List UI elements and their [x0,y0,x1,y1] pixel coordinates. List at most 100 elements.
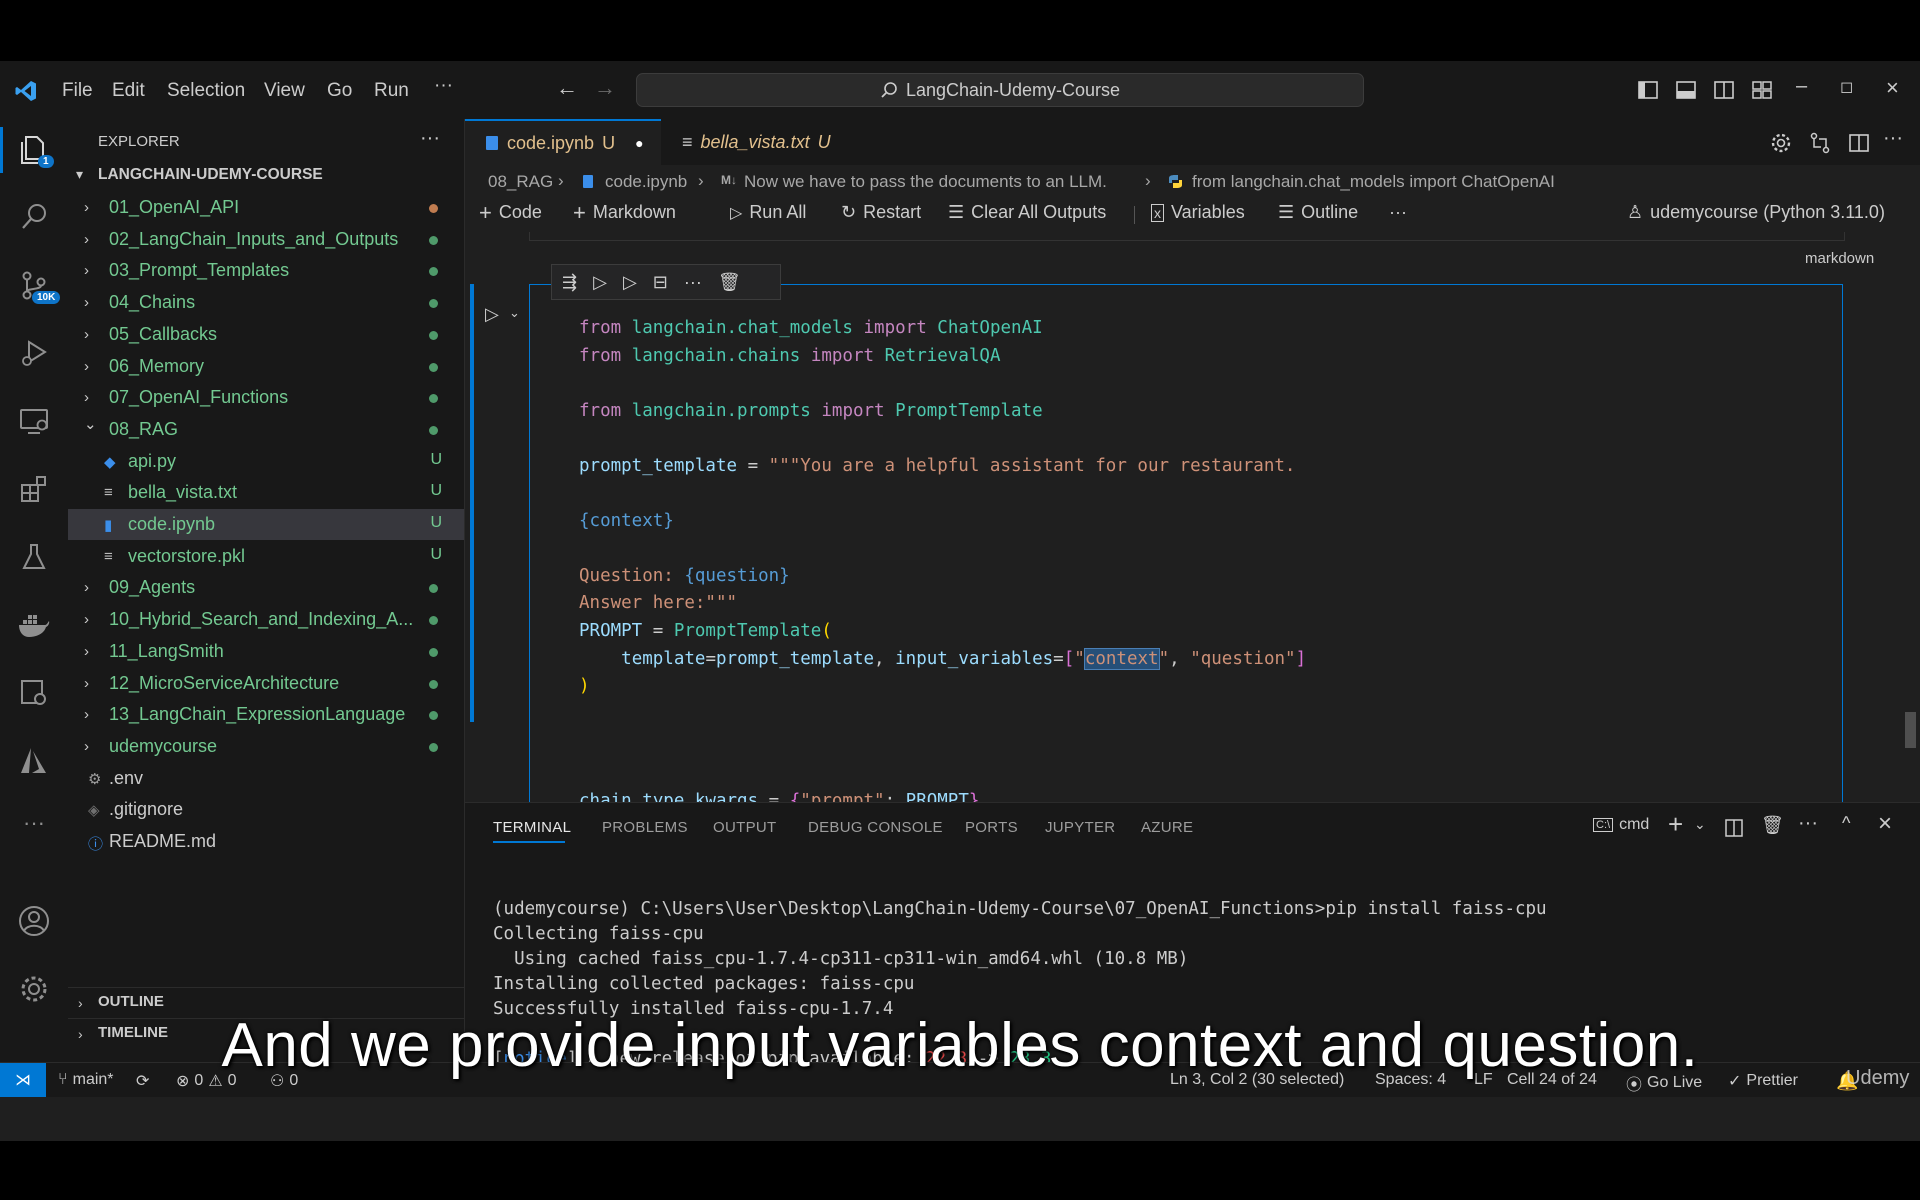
folder-item[interactable]: › 07_OpenAI_Functions [68,382,464,413]
testing-icon[interactable] [14,537,54,577]
folder-item[interactable]: › 01_OpenAI_API [68,192,464,223]
breadcrumb-file[interactable]: code.ipynb [605,172,687,192]
remote-settings-icon[interactable] [14,673,54,713]
kernel-picker[interactable]: ♙ udemycourse (Python 3.11.0) [1627,202,1885,223]
close-panel-icon[interactable]: × [1878,810,1892,838]
minimize-icon[interactable]: – [1796,75,1807,98]
folder-item[interactable]: › 04_Chains [68,287,464,318]
toggle-secondary-sidebar-icon[interactable] [1714,80,1734,100]
toggle-panel-icon[interactable] [1676,80,1696,100]
close-window-icon[interactable]: × [1886,75,1899,101]
source-control-icon[interactable]: 10K [14,265,61,305]
editor-more-icon[interactable]: ··· [1883,127,1903,150]
maximize-panel-icon[interactable]: ^ [1842,813,1850,834]
variables-button[interactable]: x Variables [1151,202,1245,223]
tab-terminal[interactable]: TERMINAL [493,819,571,836]
tab-output[interactable]: OUTPUT [713,819,776,836]
folder-item[interactable]: › 05_Callbacks [68,319,464,350]
file-item[interactable]: ≡ vectorstore.pkl U [68,541,464,572]
tab-code-ipynb[interactable]: code.ipynb U ● [465,119,661,165]
command-center-search[interactable]: LangChain-Udemy-Course [636,73,1364,107]
menu-selection[interactable]: Selection [167,80,245,102]
new-terminal-plus-icon[interactable]: + [1668,809,1683,840]
editor-scrollbar[interactable] [1905,712,1916,748]
breadcrumb-symbol[interactable]: from langchain.chat_models import ChatOp… [1192,172,1555,192]
manage-gear-icon[interactable] [14,969,54,1009]
explorer-icon[interactable]: 1 [14,129,54,169]
folder-item[interactable]: › 12_MicroServiceArchitecture [68,668,464,699]
run-debug-icon[interactable] [14,333,54,373]
chevron-down-icon[interactable]: ⌄ [509,305,520,321]
folder-item[interactable]: › 11_LangSmith [68,636,464,667]
toolbar-more-icon[interactable]: ··· [1389,202,1407,223]
clear-outputs-button[interactable]: ☰ Clear All Outputs [948,202,1106,223]
chevron-down-icon[interactable]: ⌄ [1694,816,1706,833]
breadcrumb-folder[interactable]: 08_RAG [488,172,553,192]
folder-item[interactable]: › 02_LangChain_Inputs_and_Outputs [68,224,464,255]
outline-button[interactable]: ☰ Outline [1278,202,1358,223]
tab-ports[interactable]: PORTS [965,819,1018,836]
add-markdown-cell-button[interactable]: + Markdown [573,201,676,223]
accounts-icon[interactable] [14,901,54,941]
run-cell-icon[interactable]: ▷ [485,304,499,325]
explorer-sidebar: EXPLORER ··· ▾ LANGCHAIN-UDEMY-COURSE › 0… [68,119,465,1062]
split-terminal-icon[interactable] [1725,819,1743,837]
delete-cell-icon[interactable]: 🗑 [718,272,741,293]
menu-more[interactable]: ··· [434,75,453,97]
folder-item[interactable]: › 09_Agents [68,572,464,603]
breadcrumb-cell[interactable]: Now we have to pass the documents to an … [744,172,1107,192]
file-item[interactable]: ◈ .gitignore [68,794,464,825]
file-item[interactable]: ≡ bella_vista.txt U [68,477,464,508]
forward-arrow-icon[interactable]: → [594,75,616,101]
file-item[interactable]: ◆ api.py U [68,446,464,477]
settings-gear-icon[interactable] [1770,132,1792,154]
restart-button[interactable]: ↻ Restart [841,202,921,223]
folder-item[interactable]: › 13_LangChain_ExpressionLanguage [68,699,464,730]
compare-changes-icon[interactable] [1809,132,1831,154]
folder-item[interactable]: › 10_Hybrid_Search_and_Indexing_A... [68,604,464,635]
panel-more-icon[interactable]: ··· [1798,812,1818,835]
file-item[interactable]: ⓘ README.md [68,826,464,857]
tab-debug-console[interactable]: DEBUG CONSOLE [808,819,943,836]
execute-above-icon[interactable]: ▷ [593,272,607,293]
cell-more-icon[interactable]: ··· [684,272,702,293]
split-editor-icon[interactable] [1848,132,1870,154]
file-item[interactable]: ⚙ .env [68,763,464,794]
extensions-icon[interactable] [14,469,54,509]
tab-jupyter[interactable]: JUPYTER [1045,819,1115,836]
explorer-more-icon[interactable]: ··· [420,127,440,150]
run-all-button[interactable]: ▷ Run All [730,202,806,223]
menu-view[interactable]: View [264,80,305,102]
kill-terminal-icon[interactable]: 🗑 [1761,815,1784,836]
docker-icon[interactable] [14,605,54,645]
menu-edit[interactable]: Edit [112,80,145,102]
unsaved-dot-icon[interactable]: ● [635,135,643,151]
execute-below-icon[interactable]: ▷ [623,272,637,293]
workspace-root[interactable]: ▾ LANGCHAIN-UDEMY-COURSE [68,161,464,192]
tab-azure[interactable]: AZURE [1141,819,1193,836]
terminal-shell-picker[interactable]: C:\ cmd [1593,816,1649,834]
restart-icon: ↻ [841,202,857,222]
azure-icon[interactable] [14,741,54,781]
customize-layout-icon[interactable] [1752,80,1772,100]
split-cell-icon[interactable]: ⊟ [653,272,668,293]
back-arrow-icon[interactable]: ← [556,75,578,101]
add-code-cell-button[interactable]: + Code [479,201,542,223]
file-item[interactable]: ▮ code.ipynb U [68,509,464,540]
tab-problems[interactable]: PROBLEMS [602,819,688,836]
folder-item[interactable]: › udemycourse [68,731,464,762]
toggle-primary-sidebar-icon[interactable] [1638,80,1658,100]
folder-item[interactable]: ⌄ 08_RAG [68,414,464,445]
remote-explorer-icon[interactable] [14,401,54,441]
tab-bella-vista[interactable]: ≡ bella_vista.txt U [662,119,842,165]
menu-run[interactable]: Run [374,80,409,102]
search-icon[interactable] [14,197,54,237]
menu-go[interactable]: Go [327,80,352,102]
run-by-line-icon[interactable]: ⇶ [562,272,577,293]
previous-cell-language[interactable]: markdown [1805,250,1874,267]
maximize-icon[interactable]: ◻ [1840,77,1853,97]
menu-file[interactable]: File [62,80,93,102]
folder-item[interactable]: › 06_Memory [68,351,464,382]
more-views-icon[interactable]: ··· [14,803,54,843]
folder-item[interactable]: › 03_Prompt_Templates [68,255,464,286]
